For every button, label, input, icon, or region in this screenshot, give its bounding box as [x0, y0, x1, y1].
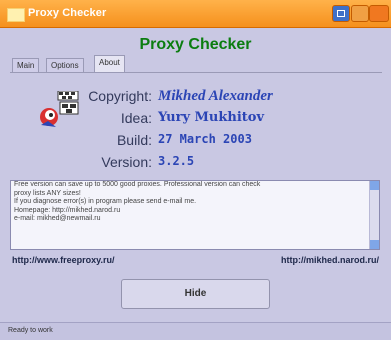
version-value: 3.2.5 [158, 154, 195, 168]
idea-row: Idea: Yury Mukhitov [10, 110, 382, 130]
scroll-down-icon[interactable] [370, 240, 379, 249]
scroll-up-icon[interactable] [370, 181, 379, 190]
info-line: Free version can save up to 5000 good pr… [14, 181, 261, 188]
info-line: e-mail: mikhed@newmail.ru [14, 215, 101, 223]
copyright-row: Copyright: Mikhed Alexander [10, 88, 382, 108]
tab-options[interactable]: Options [46, 58, 84, 73]
maximize-button[interactable] [351, 5, 369, 22]
build-row: Build: 27 March 2003 [10, 132, 382, 152]
tab-strip: Main Options About [10, 55, 382, 73]
tab-about[interactable]: About [94, 55, 125, 73]
idea-value: Yury Mukhitov [158, 110, 264, 125]
app-icon [7, 8, 25, 22]
build-label: Build: [116, 132, 152, 148]
info-textbox[interactable]: Free version can save up to 5000 good pr… [10, 180, 380, 250]
info-line: proxy lists ANY sizes! [14, 189, 81, 197]
window-title: Proxy Checker [28, 7, 107, 19]
hide-button[interactable]: Hide [121, 279, 270, 309]
version-row: Version: 3.2.5 [10, 154, 382, 174]
copyright-label: Copyright: [88, 88, 152, 104]
app-heading: Proxy Checker [139, 36, 252, 53]
homepage-link[interactable]: http://mikhed.narod.ru/ [281, 255, 379, 265]
info-line: Homepage: http://mikhed.narod.ru [14, 206, 121, 214]
freeproxy-link[interactable]: http://www.freeproxy.ru/ [12, 255, 115, 265]
copyright-value: Mikhed Alexander [158, 88, 273, 104]
idea-label: Idea: [120, 110, 152, 126]
minimize-button[interactable] [332, 5, 350, 22]
status-bar: Ready to work [0, 322, 391, 340]
title-bar[interactable]: Proxy Checker [0, 0, 391, 28]
proxy-checker-window: Proxy Checker Proxy Checker Main Options… [0, 0, 391, 340]
version-label: Version: [101, 154, 152, 170]
info-line: If you diagnose error(s) in program plea… [14, 198, 197, 206]
status-text: Ready to work [8, 327, 53, 334]
vertical-scrollbar[interactable] [369, 181, 379, 249]
build-value: 27 March 2003 [158, 132, 252, 146]
close-button[interactable] [369, 5, 389, 22]
tab-main[interactable]: Main [12, 58, 40, 73]
